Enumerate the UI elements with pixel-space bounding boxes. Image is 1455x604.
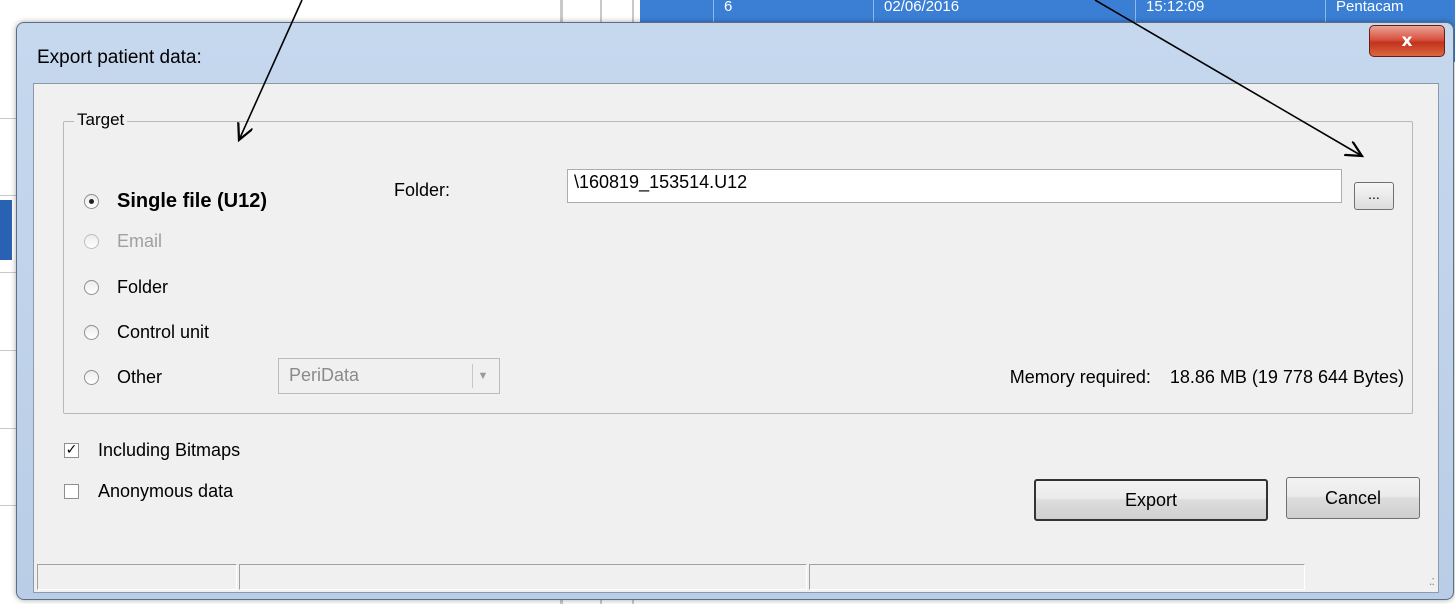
grid-line [0,195,16,196]
resize-grip-icon[interactable]: .: [1429,573,1435,588]
grid-line [0,428,16,429]
chevron-down-icon: ▼ [472,364,493,388]
close-button[interactable]: x [1369,25,1445,57]
folder-path-field[interactable]: \160819_153514.U12 [567,169,1342,203]
radio-label-control-unit: Control unit [117,322,210,342]
dialog-titlebar[interactable]: Export patient data: x [17,23,1453,81]
radio-label-folder: Folder [117,277,169,297]
target-groupbox: Target Single file (U12) Email Folder Co… [63,110,1413,414]
table-cell: 02/06/2016 [873,0,1135,22]
checkbox-label-including-bitmaps: Including Bitmaps [98,440,241,460]
radio-email: Email [84,231,162,252]
export-dialog: Export patient data: x Target Single fil… [16,22,1454,600]
radio-label-other: Other [117,367,163,387]
background-table-row[interactable]: 6 02/06/2016 15:12:09 Pentacam [640,0,1455,22]
radio-button[interactable] [84,280,99,295]
radio-label-email: Email [117,231,163,251]
radio-button [84,234,99,249]
checkbox-anonymous-data[interactable]: Anonymous data [64,481,233,502]
radio-button[interactable] [84,325,99,340]
other-format-value: PeriData [289,365,360,385]
other-format-select: PeriData ▼ [278,358,500,394]
memory-required: Memory required: 18.86 MB (19 778 644 By… [1010,367,1404,388]
status-bar: .: [34,562,1438,592]
cancel-button[interactable]: Cancel [1286,477,1420,519]
grid-line [0,118,16,119]
grid-line [0,505,16,506]
status-panel [37,564,237,590]
checkbox-checked[interactable]: ✓ [64,443,79,458]
folder-label: Folder: [394,180,451,200]
dialog-client-area: Target Single file (U12) Email Folder Co… [33,83,1439,593]
checkbox-label-anonymous-data: Anonymous data [98,481,234,501]
radio-single-file[interactable]: Single file (U12) [84,190,267,213]
status-panel [239,564,807,590]
checkbox-including-bitmaps[interactable]: ✓ Including Bitmaps [64,440,240,461]
radio-folder[interactable]: Folder [84,277,168,298]
radio-other[interactable]: Other [84,367,162,388]
radio-button[interactable] [84,370,99,385]
close-icon: x [1401,31,1413,51]
dialog-title: Export patient data: [37,47,202,68]
radio-label-single-file: Single file (U12) [117,190,268,212]
target-group-legend: Target [74,110,128,130]
memory-value: 18.86 MB (19 778 644 Bytes) [1169,367,1404,387]
table-cell: 6 [713,0,873,22]
grid-line [0,272,16,273]
export-button[interactable]: Export [1034,479,1268,521]
radio-button[interactable] [84,194,99,209]
table-cell: 15:12:09 [1135,0,1325,22]
radio-control-unit[interactable]: Control unit [84,322,209,343]
grid-line [0,350,16,351]
table-cell: Pentacam [1325,0,1455,22]
status-panel [809,564,1305,590]
checkbox-unchecked[interactable] [64,484,79,499]
memory-label: Memory required: [1009,367,1151,387]
browse-button[interactable]: ... [1354,182,1394,210]
background-selection-accent [0,200,12,260]
